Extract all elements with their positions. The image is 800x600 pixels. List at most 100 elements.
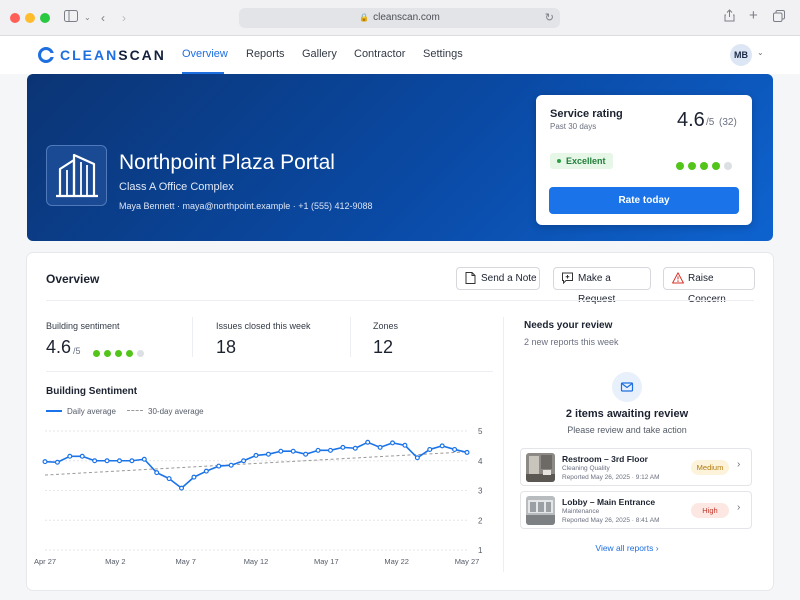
rating-dot-filled [712, 162, 720, 170]
rating-period: Past 30 days [550, 122, 597, 131]
review-subtitle: 2 new reports this week [524, 337, 619, 347]
list-item[interactable]: Lobby – Main Entrance Maintenance Report… [520, 491, 752, 529]
data-point [166, 476, 172, 482]
data-point [191, 474, 197, 480]
rate-today-button[interactable]: Rate today [549, 187, 739, 214]
data-point [377, 444, 383, 450]
data-point [154, 470, 160, 476]
data-point [452, 446, 458, 452]
data-point [42, 459, 48, 465]
data-point [327, 447, 333, 453]
priority-badge: Medium [691, 460, 729, 475]
x-tick-label: May 12 [244, 557, 269, 566]
data-point [241, 458, 247, 464]
rating-dots [676, 157, 736, 175]
x-tick-label: May 7 [175, 557, 195, 566]
rating-dot-filled [676, 162, 684, 170]
sidebar-toggle-icon[interactable] [64, 9, 78, 27]
tab-settings[interactable]: Settings [423, 48, 463, 60]
data-point [265, 451, 271, 457]
report-date: Reported May 26, 2025 · 8:41 AM [562, 517, 660, 524]
rating-title: Service rating [550, 108, 623, 120]
chevron-right-icon[interactable]: › [737, 502, 740, 513]
x-tick-label: May 22 [384, 557, 409, 566]
report-category: Maintenance [562, 508, 600, 515]
x-tick-label: May 27 [455, 557, 480, 566]
lobby-thumbnail [526, 496, 555, 525]
x-tick-label: Apr 27 [34, 557, 56, 566]
review-heading: 2 items awaiting review [565, 408, 689, 420]
data-point [216, 463, 222, 469]
app-navbar: CLEANSCAN Overview Reports Gallery Contr… [0, 36, 800, 74]
rating-score: 4.6 [677, 109, 705, 131]
data-point [203, 468, 209, 474]
data-point [340, 444, 346, 450]
brand-name-bold: SCAN [118, 47, 166, 63]
x-tick-label: May 17 [314, 557, 339, 566]
priority-badge: High [691, 503, 729, 518]
contact-info: Maya Bennett · maya@northpoint.example ·… [119, 201, 373, 211]
y-tick-label: 3 [478, 487, 483, 496]
chevron-down-icon[interactable]: ⌄ [84, 9, 91, 27]
back-icon[interactable]: ‹ [101, 9, 105, 27]
tab-gallery[interactable]: Gallery [302, 48, 337, 60]
logo-icon [38, 47, 54, 63]
restroom-thumbnail [526, 453, 555, 482]
report-name: Lobby – Main Entrance [562, 497, 656, 507]
hero-banner: Northpoint Plaza Portal Class A Office C… [27, 74, 773, 241]
y-tick-label: 5 [478, 427, 483, 436]
report-category: Cleaning Quality [562, 465, 610, 472]
browser-chrome: ⌄ ‹ › 🔒 cleanscan.com ↻ + [0, 0, 800, 36]
data-point [352, 445, 358, 451]
data-point [390, 440, 396, 446]
view-all-label: View all reports [595, 543, 654, 553]
view-all-reports-link[interactable]: View all reports › [524, 543, 730, 553]
data-point [278, 448, 284, 454]
x-tick-label: May 2 [105, 557, 125, 566]
data-point [79, 453, 85, 459]
chevron-right-icon[interactable]: › [737, 459, 740, 470]
overview-card: Overview Send a Note Make a Request Rais… [27, 253, 773, 590]
reload-icon[interactable]: ↻ [545, 8, 554, 28]
share-icon[interactable] [724, 9, 735, 27]
property-type: Class A Office Complex [119, 181, 234, 193]
data-point [402, 442, 408, 448]
url-text: cleanscan.com [373, 12, 440, 23]
status-badge-label: Excellent [566, 156, 606, 166]
data-point [365, 439, 371, 445]
data-point [303, 451, 309, 457]
avatar[interactable]: MB [730, 44, 752, 66]
data-point [315, 447, 321, 453]
tab-contractor[interactable]: Contractor [354, 48, 405, 60]
minimize-window-button[interactable] [25, 13, 35, 23]
rating-dot-filled [688, 162, 696, 170]
data-point [67, 453, 73, 459]
data-point [427, 446, 433, 452]
review-description: Please review and take action [567, 425, 687, 435]
chevron-down-icon[interactable]: ⌄ [757, 48, 764, 57]
data-point [439, 443, 445, 449]
data-point [464, 449, 470, 455]
review-title: Needs your review [524, 320, 613, 331]
status-badge: Excellent [550, 153, 613, 169]
tab-reports[interactable]: Reports [246, 48, 285, 60]
data-point [54, 459, 60, 465]
forward-icon[interactable]: › [122, 9, 126, 27]
report-name: Restroom – 3rd Floor [562, 454, 648, 464]
new-tab-icon[interactable]: + [749, 7, 758, 25]
data-point [141, 456, 147, 462]
address-bar[interactable]: 🔒 cleanscan.com ↻ [239, 8, 560, 28]
brand-logo[interactable]: CLEANSCAN [38, 45, 166, 65]
list-item[interactable]: Restroom – 3rd Floor Cleaning Quality Re… [520, 448, 752, 486]
data-point [290, 448, 296, 454]
brand-name-light: CLEAN [60, 47, 119, 63]
data-point [92, 458, 98, 464]
lock-icon: 🔒 [359, 13, 370, 22]
data-point [414, 455, 420, 461]
close-window-button[interactable] [10, 13, 20, 23]
maximize-window-button[interactable] [40, 13, 50, 23]
series-line-daily [44, 441, 468, 489]
data-point [116, 458, 122, 464]
tab-overview[interactable]: Overview [182, 48, 228, 60]
tabs-overview-icon[interactable] [773, 9, 785, 27]
